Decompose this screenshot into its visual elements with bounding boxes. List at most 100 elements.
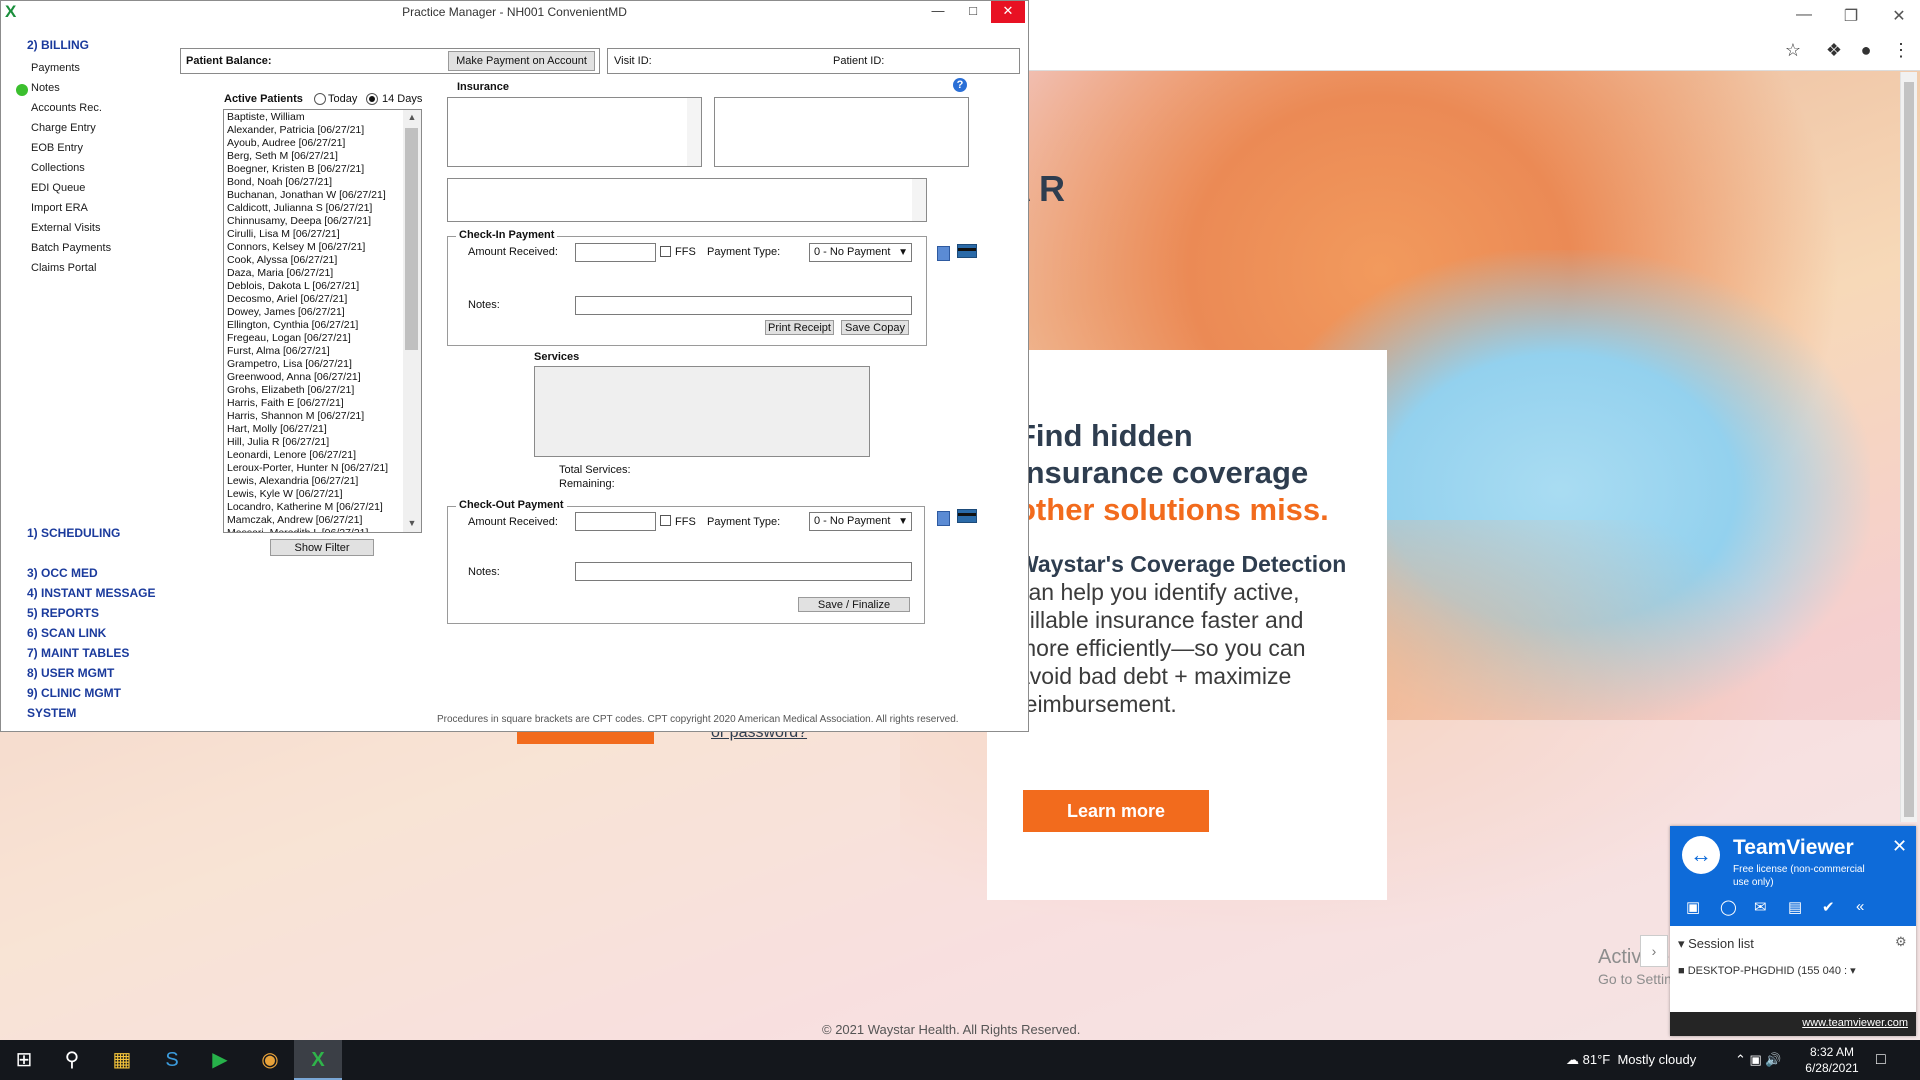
services-list-box[interactable] <box>534 366 870 457</box>
insurance-detail-box[interactable] <box>714 97 969 167</box>
scroll-up-icon[interactable]: ▲ <box>403 112 421 122</box>
headset-icon[interactable]: ◯ <box>1720 898 1737 916</box>
checkout-amount-input[interactable] <box>575 512 656 531</box>
nav-item-charge-entry[interactable]: Charge Entry <box>31 122 96 134</box>
teamviewer-website-link[interactable]: www.teamviewer.com <box>1802 1017 1908 1029</box>
patient-list-item[interactable]: Greenwood, Anna [06/27/21] <box>227 371 405 384</box>
patient-list-item[interactable]: Boegner, Kristen B [06/27/21] <box>227 163 405 176</box>
nav-reports[interactable]: 5) REPORTS <box>27 606 99 620</box>
checkin-payment-type-select[interactable]: 0 - No Payment ▼ <box>809 243 912 262</box>
save-finalize-button[interactable]: Save / Finalize <box>798 597 910 612</box>
today-radio[interactable] <box>314 93 326 105</box>
checkin-notes-input[interactable] <box>575 296 912 315</box>
nav-system[interactable]: SYSTEM <box>27 706 76 720</box>
patient-list-item[interactable]: Buchanan, Jonathan W [06/27/21] <box>227 189 405 202</box>
patients-scrollbar[interactable]: ▲ ▼ <box>403 110 421 532</box>
credit-card-icon[interactable] <box>957 244 977 258</box>
learn-more-button[interactable]: Learn more <box>1023 790 1209 832</box>
session-list-header[interactable]: ▾ Session list <box>1678 936 1754 952</box>
show-filter-button[interactable]: Show Filter <box>270 539 374 556</box>
browser-maximize-button[interactable]: ❐ <box>1836 6 1866 26</box>
insurance-list-box[interactable] <box>447 97 702 167</box>
patient-list-item[interactable]: Massari, Meredith L [06/27/21] <box>227 527 405 532</box>
nav-scan-link[interactable]: 6) SCAN LINK <box>27 626 106 640</box>
patient-list-item[interactable]: Decosmo, Ariel [06/27/21] <box>227 293 405 306</box>
nav-item-edi-queue[interactable]: EDI Queue <box>31 182 85 194</box>
nav-item-payments[interactable]: Payments <box>31 62 80 74</box>
browser-menu-icon[interactable]: ⋮ <box>1889 40 1913 61</box>
gear-icon[interactable]: ⚙ <box>1895 934 1907 950</box>
nav-item-external-visits[interactable]: External Visits <box>31 222 101 234</box>
chrome-icon[interactable]: ◉ <box>246 1040 294 1080</box>
taskbar-clock[interactable]: 8:32 AM 6/28/2021 <box>1800 1044 1864 1076</box>
nav-item-collections[interactable]: Collections <box>31 162 85 174</box>
nav-item-eob-entry[interactable]: EOB Entry <box>31 142 83 154</box>
minimize-button[interactable]: — <box>921 1 955 23</box>
system-tray-icons[interactable]: ⌃ ▣ 🔊 <box>1735 1040 1782 1080</box>
receipt-doc-icon[interactable] <box>937 511 950 526</box>
teamviewer-close-icon[interactable]: ✕ <box>1892 836 1907 857</box>
practice-manager-taskbar-icon[interactable]: X <box>294 1040 342 1080</box>
files-icon[interactable]: ▤ <box>1788 898 1802 916</box>
credit-card-icon[interactable] <box>957 509 977 523</box>
patient-list-item[interactable]: Harris, Faith E [06/27/21] <box>227 397 405 410</box>
help-icon[interactable]: ? <box>953 78 967 92</box>
session-device-row[interactable]: ■ DESKTOP-PHGDHID (155 040 : ▾ <box>1678 964 1856 977</box>
patient-list-item[interactable]: Leroux-Porter, Hunter N [06/27/21] <box>227 462 405 475</box>
start-windows-icon[interactable]: ⊞ <box>0 1040 48 1080</box>
patient-list-item[interactable]: Cirulli, Lisa M [06/27/21] <box>227 228 405 241</box>
page-scrollbar[interactable] <box>1900 72 1917 822</box>
app-s-icon[interactable]: S <box>148 1040 196 1080</box>
insurance-notes-scrollbar[interactable] <box>912 179 926 221</box>
checkin-ffs-checkbox[interactable] <box>660 246 671 257</box>
patient-list-item[interactable]: Hart, Molly [06/27/21] <box>227 423 405 436</box>
browser-close-button[interactable]: ✕ <box>1884 6 1914 26</box>
patient-list-item[interactable]: Lewis, Alexandria [06/27/21] <box>227 475 405 488</box>
extensions-puzzle-icon[interactable]: ❖ <box>1822 40 1846 61</box>
scroll-down-icon[interactable]: ▼ <box>403 518 421 528</box>
nav-item-notes[interactable]: Notes <box>31 82 60 94</box>
browser-minimize-button[interactable]: — <box>1789 6 1819 24</box>
patient-list-item[interactable]: Harris, Shannon M [06/27/21] <box>227 410 405 423</box>
patient-list-item[interactable]: Cook, Alyssa [06/27/21] <box>227 254 405 267</box>
patient-list-item[interactable]: Dowey, James [06/27/21] <box>227 306 405 319</box>
patient-list-item[interactable]: Bond, Noah [06/27/21] <box>227 176 405 189</box>
nav-maint-tables[interactable]: 7) MAINT TABLES <box>27 646 129 660</box>
notification-icon[interactable]: □ <box>1876 1040 1886 1080</box>
save-copay-button[interactable]: Save Copay <box>841 320 909 335</box>
active-patients-list[interactable]: Baptiste, William Alexander, Patricia [06… <box>223 109 422 533</box>
nav-item-claims-portal[interactable]: Claims Portal <box>31 262 96 274</box>
close-button[interactable]: ✕ <box>991 1 1025 23</box>
patient-list-item[interactable]: Grohs, Elizabeth [06/27/21] <box>227 384 405 397</box>
insurance-scrollbar[interactable] <box>687 98 701 166</box>
nav-user-mgmt[interactable]: 8) USER MGMT <box>27 666 114 680</box>
patient-list-item[interactable]: Furst, Alma [06/27/21] <box>227 345 405 358</box>
collapse-arrows-icon[interactable]: « <box>1856 898 1864 915</box>
nav-item-import-era[interactable]: Import ERA <box>31 202 88 214</box>
receipt-doc-icon[interactable] <box>937 246 950 261</box>
patient-list-item[interactable]: Lewis, Kyle W [06/27/21] <box>227 488 405 501</box>
checkout-ffs-checkbox[interactable] <box>660 515 671 526</box>
weather-widget[interactable]: ☁ 81°F Mostly cloudy <box>1566 1040 1696 1080</box>
nav-item-batch-payments[interactable]: Batch Payments <box>31 242 111 254</box>
video-icon[interactable]: ▣ <box>1686 898 1700 916</box>
patient-list-item[interactable]: Ellington, Cynthia [06/27/21] <box>227 319 405 332</box>
patient-list-item[interactable]: Hill, Julia R [06/27/21] <box>227 436 405 449</box>
print-receipt-button[interactable]: Print Receipt <box>765 320 834 335</box>
patient-list-item[interactable]: Connors, Kelsey M [06/27/21] <box>227 241 405 254</box>
nav-billing[interactable]: 2) BILLING <box>27 38 89 52</box>
patient-list-item[interactable]: Deblois, Dakota L [06/27/21] <box>227 280 405 293</box>
patient-list-item[interactable]: Ayoub, Audree [06/27/21] <box>227 137 405 150</box>
patient-list-item[interactable]: Daza, Maria [06/27/21] <box>227 267 405 280</box>
app-play-icon[interactable]: ▶ <box>196 1040 244 1080</box>
checkout-notes-input[interactable] <box>575 562 912 581</box>
patient-list-item[interactable]: Mamczak, Andrew [06/27/21] <box>227 514 405 527</box>
maximize-button[interactable]: □ <box>956 1 990 23</box>
patient-list-item[interactable]: Chinnusamy, Deepa [06/27/21] <box>227 215 405 228</box>
patient-list-item[interactable]: Berg, Seth M [06/27/21] <box>227 150 405 163</box>
checkout-payment-type-select[interactable]: 0 - No Payment ▼ <box>809 512 912 531</box>
file-explorer-icon[interactable]: ▦ <box>98 1040 146 1080</box>
nav-instant-message[interactable]: 4) INSTANT MESSAGE <box>27 586 155 600</box>
nav-occ-med[interactable]: 3) OCC MED <box>27 566 98 580</box>
patient-list-item[interactable]: Fregeau, Logan [06/27/21] <box>227 332 405 345</box>
